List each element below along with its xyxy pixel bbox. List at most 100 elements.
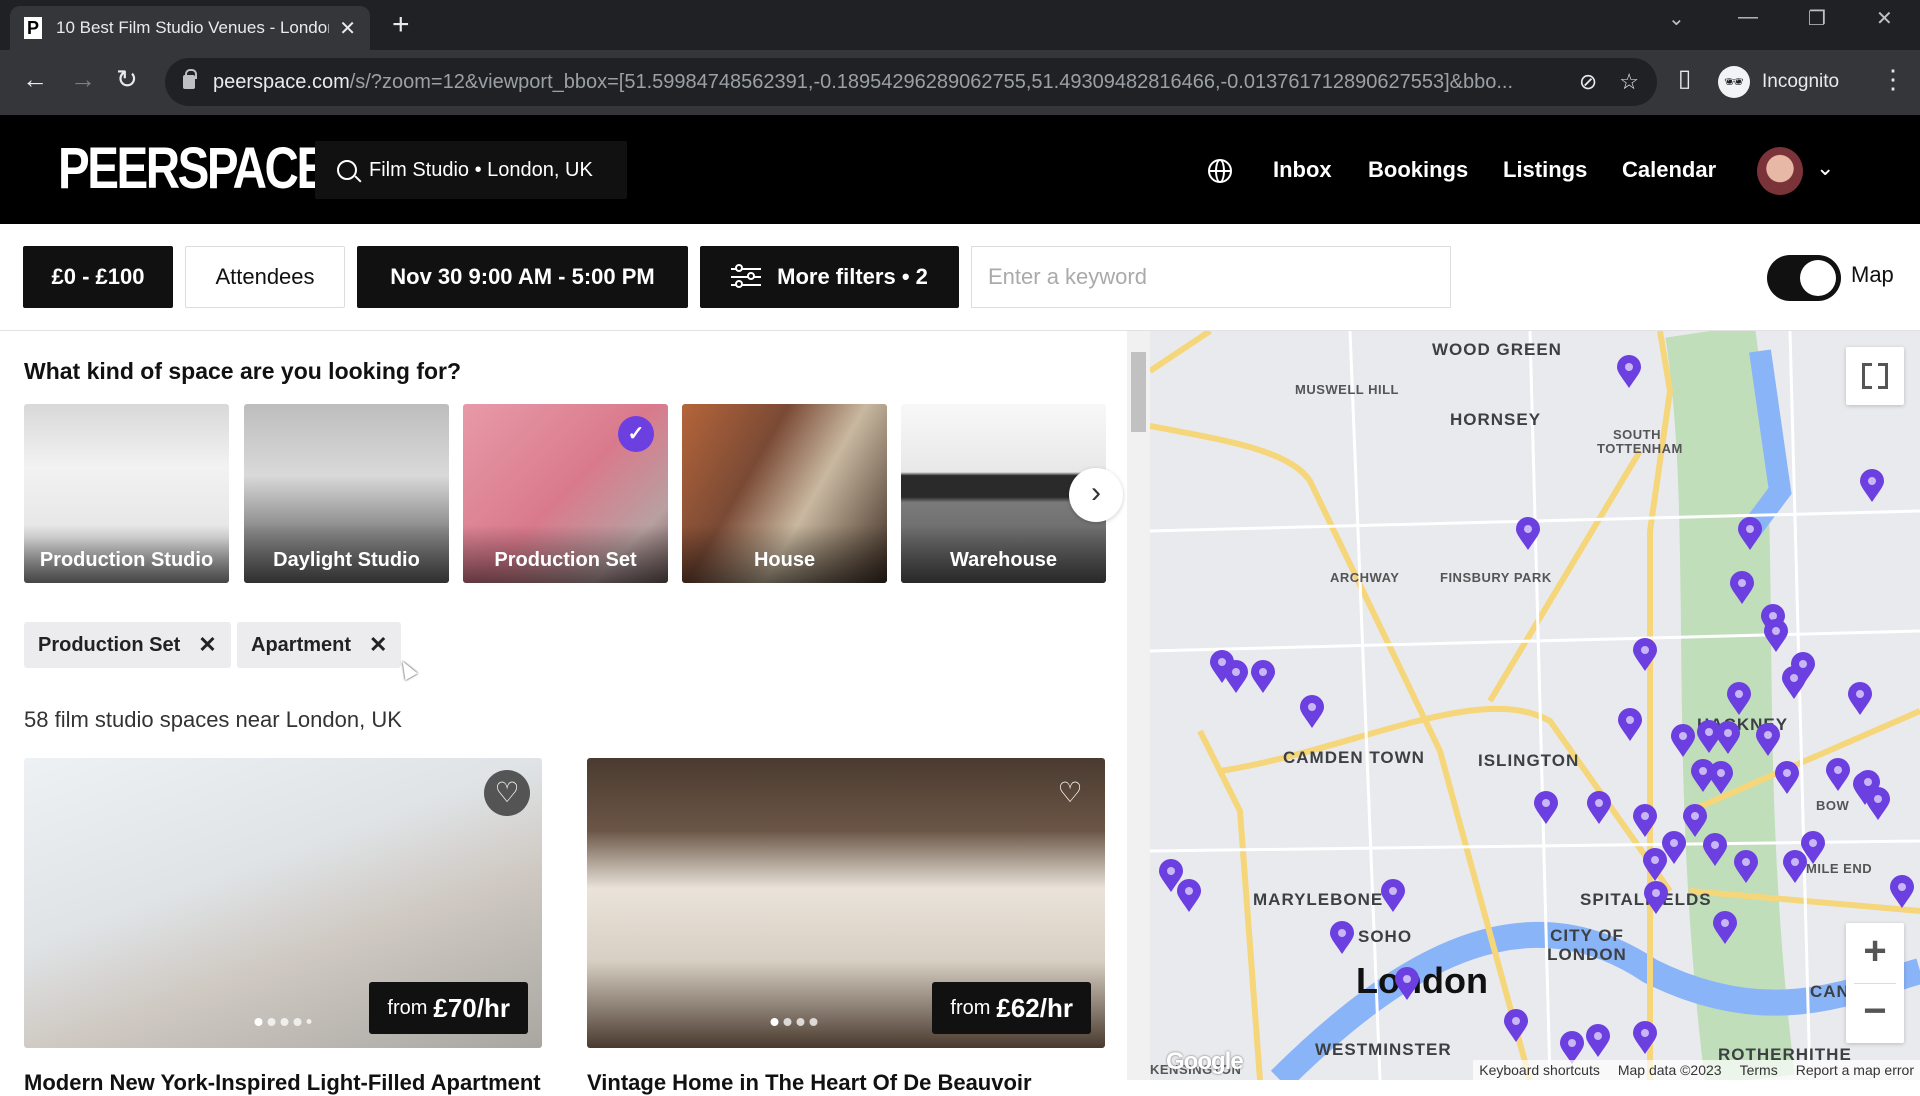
map-pin-icon[interactable] (1533, 791, 1559, 825)
map-pin-icon[interactable] (1632, 1021, 1658, 1055)
map-pin-icon[interactable] (1586, 791, 1612, 825)
map-pin-icon[interactable] (1733, 850, 1759, 884)
map[interactable]: WOOD GREEN MUSWELL HILL HORNSEY SOUTH TO… (1150, 331, 1920, 1080)
map-pin-icon[interactable] (1755, 723, 1781, 757)
map-pin-icon[interactable] (1176, 879, 1202, 913)
map-pin-icon[interactable] (1726, 682, 1752, 716)
zoom-out-button[interactable]: − (1846, 983, 1904, 1043)
back-button[interactable]: ← (22, 64, 48, 95)
results-count: 58 film studio spaces near London, UK (24, 707, 402, 732)
map-pin-icon[interactable] (1847, 682, 1873, 716)
price-filter-button[interactable]: £0 - £100 (23, 246, 173, 308)
close-tab-icon[interactable]: ✕ (339, 16, 356, 41)
terms-link[interactable]: Terms (1740, 1062, 1778, 1078)
user-avatar[interactable] (1757, 147, 1803, 195)
reload-button[interactable]: ↻ (116, 64, 138, 95)
map-pin-icon[interactable] (1774, 761, 1800, 795)
favorite-heart-icon[interactable]: ♡ (484, 770, 530, 816)
map-pin-icon[interactable] (1616, 355, 1642, 389)
map-pin-icon[interactable] (1329, 921, 1355, 955)
map-pin-icon[interactable] (1859, 469, 1885, 503)
map-pin-icon[interactable] (1503, 1009, 1529, 1043)
zoom-in-button[interactable]: + (1846, 923, 1904, 983)
photo-carousel-dots (770, 1018, 818, 1026)
map-pin-icon[interactable] (1889, 875, 1915, 909)
incognito-profile-button[interactable]: 🕶 Incognito (1718, 58, 1839, 106)
globe-language-icon[interactable] (1208, 159, 1232, 183)
results-scrollbar[interactable] (1127, 331, 1150, 1080)
category-label: House (682, 525, 887, 583)
map-pin-icon[interactable] (1781, 666, 1807, 700)
tab-title: 10 Best Film Studio Venues - London (56, 18, 330, 37)
map-pin-icon[interactable] (1702, 833, 1728, 867)
category-next-chevron-icon[interactable]: › (1069, 468, 1123, 522)
keyboard-shortcuts-link[interactable]: Keyboard shortcuts (1479, 1062, 1600, 1078)
map-pin-icon[interactable] (1515, 517, 1541, 551)
nav-listings[interactable]: Listings (1503, 145, 1587, 195)
address-bar[interactable]: peerspace.com /s/?zoom=12&viewport_bbox=… (165, 58, 1657, 106)
category-card-daylight-studio[interactable]: Daylight Studio (244, 404, 449, 583)
map-pin-icon[interactable] (1632, 804, 1658, 838)
listing-title[interactable]: Modern New York-Inspired Light-Filled Ap… (24, 1070, 542, 1096)
nav-bookings[interactable]: Bookings (1368, 145, 1468, 195)
keyword-input[interactable] (971, 246, 1451, 308)
date-filter-button[interactable]: Nov 30 9:00 AM - 5:00 PM (357, 246, 688, 308)
favorite-heart-icon[interactable]: ♡ (1047, 770, 1093, 816)
map-pin-icon[interactable] (1708, 761, 1734, 795)
incognito-icon: 🕶 (1718, 66, 1750, 98)
map-pin-icon[interactable] (1394, 967, 1420, 1001)
map-pin-icon[interactable] (1585, 1024, 1611, 1058)
nav-inbox[interactable]: Inbox (1273, 145, 1332, 195)
account-chevron-down-icon[interactable]: ⌄ (1816, 155, 1834, 181)
minimize-button[interactable]: — (1738, 6, 1758, 29)
more-filters-label: More filters • 2 (777, 264, 928, 289)
map-toggle-label: Map (1851, 262, 1894, 287)
browser-tab[interactable]: P 10 Best Film Studio Venues - London ✕ (10, 6, 370, 50)
listing-title[interactable]: Vintage Home in The Heart Of De Beauvoir (587, 1070, 1105, 1096)
map-pin-icon[interactable] (1865, 787, 1891, 821)
listing-card[interactable]: ♡ from £62/hr (587, 758, 1105, 1048)
close-window-button[interactable]: ✕ (1876, 6, 1893, 31)
forward-button[interactable]: → (70, 64, 96, 95)
remove-chip-close-icon[interactable]: ✕ (198, 632, 216, 658)
bookmark-star-icon[interactable]: ☆ (1619, 69, 1639, 95)
filter-chip-production-set[interactable]: Production Set ✕ (24, 622, 231, 668)
map-pin-icon[interactable] (1782, 850, 1808, 884)
map-pin-icon[interactable] (1715, 721, 1741, 755)
map-pin-icon[interactable] (1632, 638, 1658, 672)
peerspace-logo[interactable]: PEERSPACE (58, 139, 328, 199)
map-pin-icon[interactable] (1643, 881, 1669, 915)
listing-card[interactable]: ♡ from £70/hr (24, 758, 542, 1048)
map-pin-icon[interactable] (1299, 695, 1325, 729)
map-pin-icon[interactable] (1729, 571, 1755, 605)
map-pin-icon[interactable] (1380, 879, 1406, 913)
map-pin-icon[interactable] (1642, 848, 1668, 882)
map-pin-icon[interactable] (1712, 911, 1738, 945)
nav-calendar[interactable]: Calendar (1622, 145, 1716, 195)
tab-search-chevron-icon[interactable]: ⌄ (1668, 6, 1685, 31)
remove-chip-close-icon[interactable]: ✕ (369, 632, 387, 658)
map-pin-icon[interactable] (1250, 660, 1276, 694)
fullscreen-icon[interactable] (1846, 347, 1904, 405)
category-card-house[interactable]: House (682, 404, 887, 583)
map-pin-icon[interactable] (1825, 758, 1851, 792)
map-pin-icon[interactable] (1763, 619, 1789, 653)
report-map-error-link[interactable]: Report a map error (1796, 1062, 1914, 1078)
new-tab-button[interactable]: + (392, 8, 410, 42)
map-pin-icon[interactable] (1223, 660, 1249, 694)
browser-menu-icon[interactable]: ⋮ (1880, 64, 1906, 95)
restore-button[interactable]: ❐ (1808, 6, 1826, 31)
header-search-button[interactable]: Film Studio • London, UK (315, 141, 627, 199)
map-pin-icon[interactable] (1737, 517, 1763, 551)
tracking-protection-eye-icon[interactable]: ⊘ (1579, 69, 1597, 95)
category-card-production-set[interactable]: ✓ Production Set (463, 404, 668, 583)
side-panel-icon[interactable]: ▯ (1678, 64, 1691, 93)
map-pin-icon[interactable] (1670, 724, 1696, 758)
category-card-production-studio[interactable]: Production Studio (24, 404, 229, 583)
more-filters-button[interactable]: More filters • 2 (700, 246, 959, 308)
attendees-filter-button[interactable]: Attendees (185, 246, 345, 308)
map-toggle[interactable] (1767, 255, 1841, 301)
map-pin-icon[interactable] (1617, 708, 1643, 742)
scrollbar-thumb[interactable] (1131, 352, 1146, 432)
filter-chip-apartment[interactable]: Apartment ✕ (237, 622, 402, 668)
